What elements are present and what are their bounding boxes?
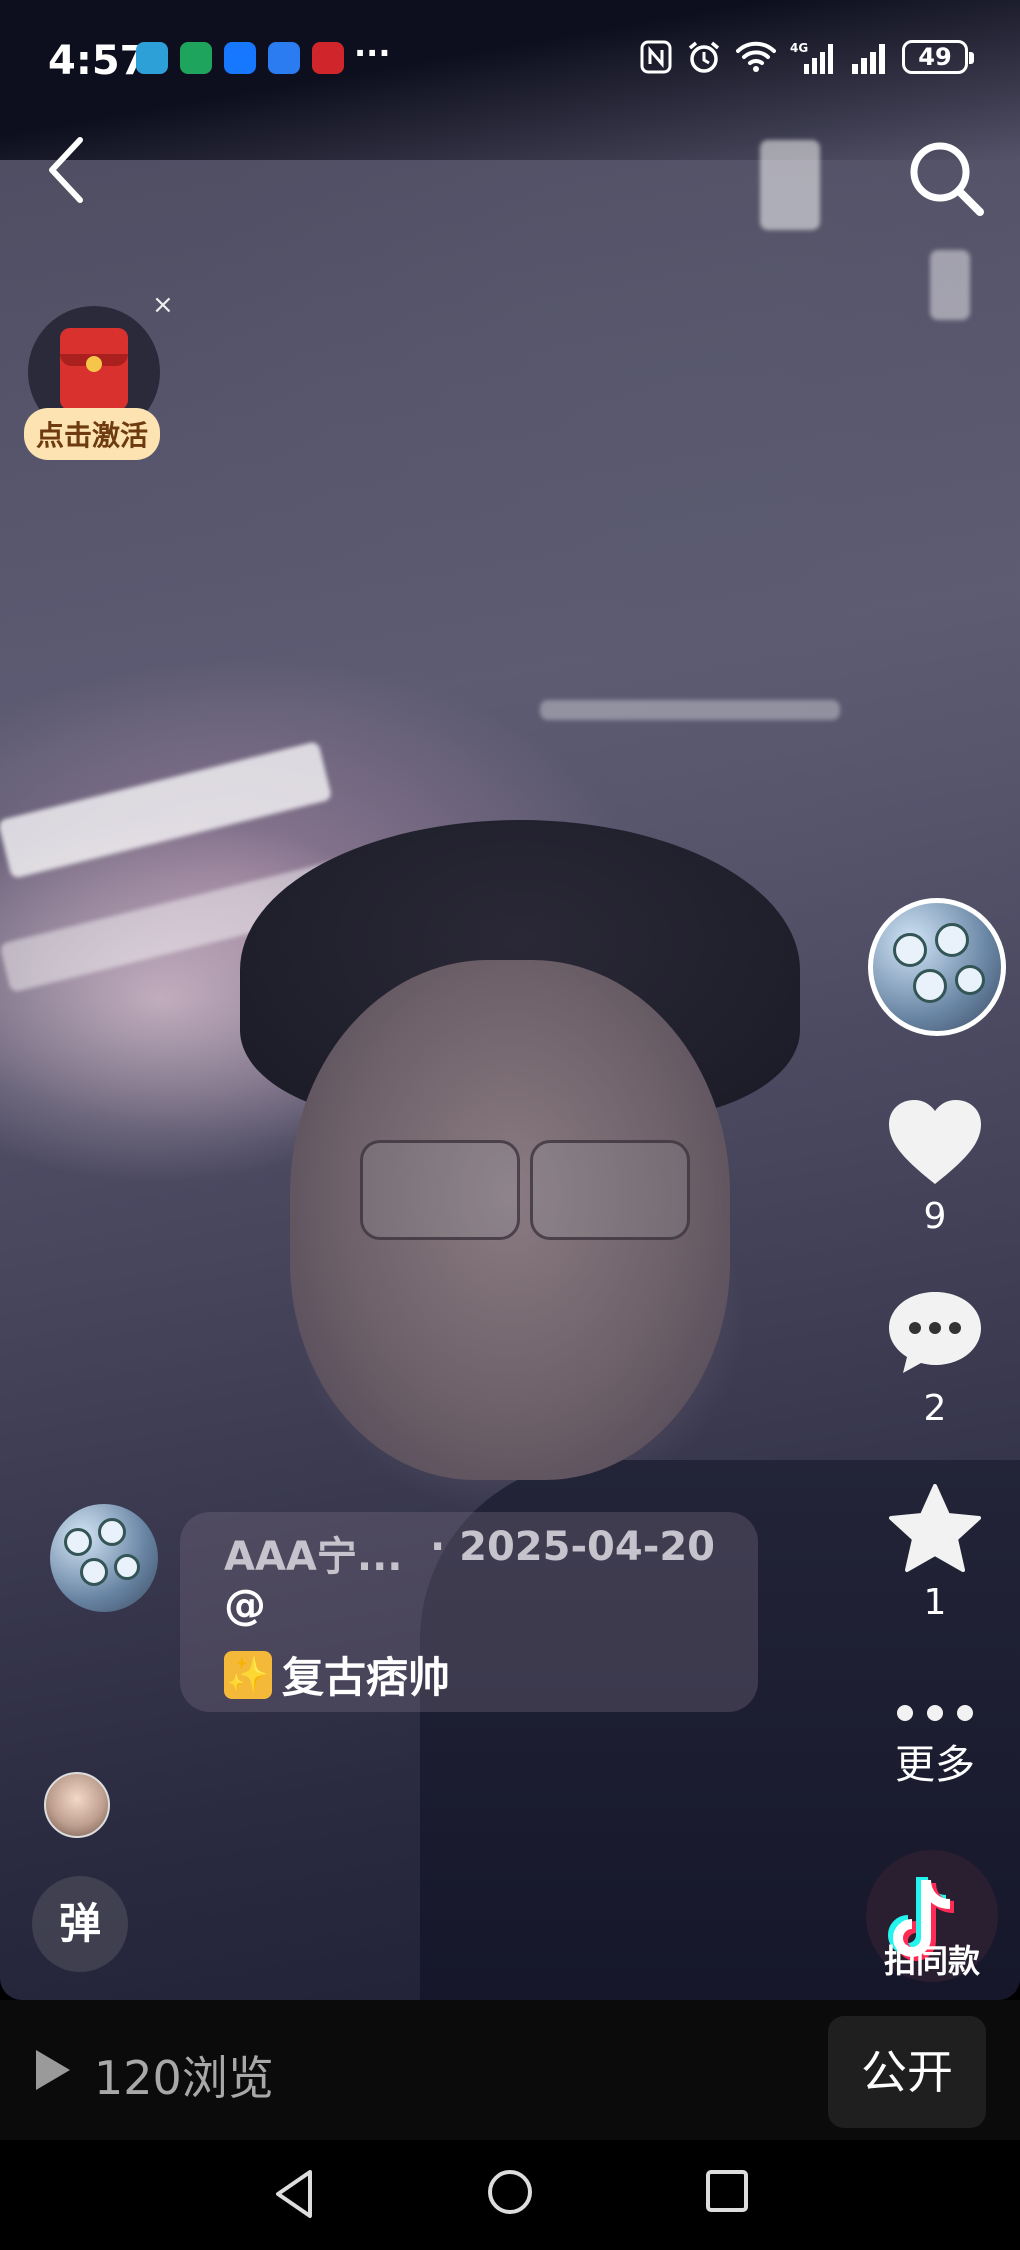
city-light <box>0 740 333 880</box>
author-avatar[interactable] <box>868 898 1006 1036</box>
app-notification-icon <box>268 42 300 74</box>
cellular-signal-icon <box>852 44 885 74</box>
danmu-toggle-button[interactable]: 弹 <box>32 1876 128 1972</box>
nav-home-icon[interactable] <box>484 2166 536 2218</box>
view-info-bar: 120浏览 公开 <box>0 2000 1020 2140</box>
star-icon <box>889 1484 981 1572</box>
favorite-count: 1 <box>923 1582 947 1623</box>
alipay-icon <box>224 42 256 74</box>
comment-button[interactable]: 2 <box>870 1288 1000 1429</box>
sparkles-icon: ✨ <box>224 1650 272 1699</box>
comment-icon <box>889 1292 981 1373</box>
city-light <box>930 250 970 320</box>
city-light <box>760 140 820 230</box>
viewer-avatar[interactable] <box>44 1772 110 1838</box>
hashtag[interactable]: ✨ 复古痞帅 <box>224 1644 450 1705</box>
back-button[interactable] <box>44 130 94 210</box>
app-notification-icon <box>180 42 212 74</box>
author-name[interactable]: AAA宁... <box>224 1524 402 1582</box>
like-button[interactable]: 9 <box>870 1098 1000 1237</box>
system-indicators: 4G 49 <box>640 40 974 74</box>
cellular-4g-icon: 4G <box>790 41 833 74</box>
red-packet-label[interactable]: 点击激活 <box>24 408 161 460</box>
view-count: 120浏览 <box>94 2051 274 2105</box>
caption-avatar[interactable] <box>50 1504 158 1612</box>
chevron-left-icon <box>49 137 83 203</box>
person-glasses <box>340 1140 700 1240</box>
nfc-icon <box>640 40 672 74</box>
wifi-icon <box>736 41 776 72</box>
favorite-button[interactable]: 1 <box>870 1484 1000 1623</box>
nav-back-icon[interactable] <box>270 2168 320 2220</box>
nav-recents-icon[interactable] <box>704 2168 750 2214</box>
search-button[interactable] <box>900 132 990 222</box>
red-envelope-icon <box>60 328 128 410</box>
notification-icons <box>136 42 344 74</box>
app-notification-icon <box>136 42 168 74</box>
status-bar: 4:57 ··· 4G 49 <box>0 0 1020 120</box>
clock: 4:57 <box>48 38 148 84</box>
like-count: 9 <box>923 1196 947 1237</box>
battery-indicator: 49 <box>902 40 974 74</box>
app-notification-icon <box>312 42 344 74</box>
hashtag-label: 复古痞帅 <box>282 1653 451 1702</box>
comment-count: 2 <box>923 1388 947 1429</box>
alarm-icon <box>688 41 720 73</box>
search-icon <box>910 142 984 216</box>
city-light <box>540 700 840 720</box>
mention-text[interactable]: @ <box>224 1580 266 1629</box>
more-notifications-icon: ··· <box>354 34 391 72</box>
visibility-button[interactable]: 公开 <box>828 2016 986 2128</box>
system-navigation-bar <box>0 2140 1020 2250</box>
post-date: · 2025-04-20 <box>430 1524 715 1570</box>
close-widget-button[interactable]: × <box>152 290 174 320</box>
more-label: 更多 <box>895 1742 975 1788</box>
more-button[interactable]: 更多 <box>870 1698 1000 1790</box>
play-icon <box>36 2050 70 2090</box>
shoot-same-label[interactable]: 拍同款 <box>864 1936 1000 1982</box>
svg-text:4G: 4G <box>790 41 808 55</box>
more-dots-icon <box>897 1705 973 1721</box>
heart-icon <box>889 1100 981 1184</box>
